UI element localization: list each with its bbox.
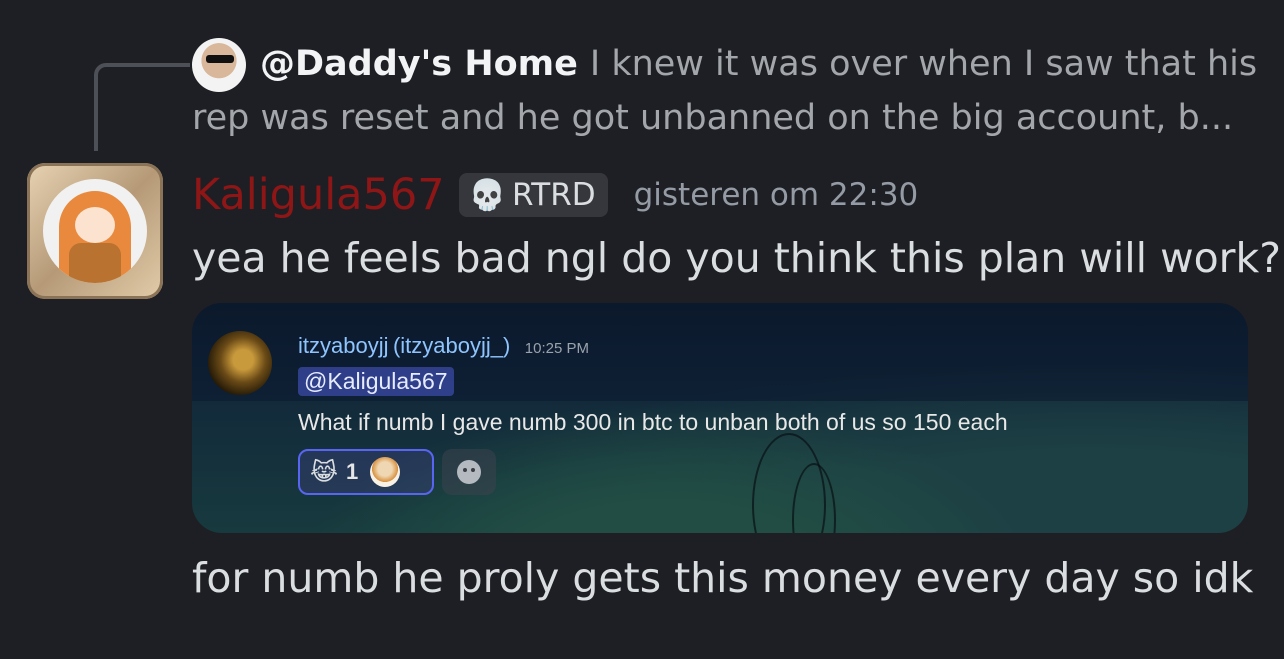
role-tag-label: RTRD (511, 177, 596, 213)
reply-line-1: @Daddy's Home I knew it was over when I s… (260, 38, 1257, 91)
role-tag[interactable]: 💀 RTRD (458, 173, 608, 217)
embed-message-text: What if numb I gave numb 300 in btc to u… (298, 409, 1008, 435)
embed-mention: @Kaligula567 (298, 367, 454, 396)
embedded-image[interactable]: itzyaboyjj (itzyaboyjj_) 10:25 PM @Kalig… (192, 303, 1248, 533)
embed-timestamp: 10:25 PM (524, 340, 589, 357)
skull-icon: 💀 (468, 177, 506, 213)
sunglasses-graphic (206, 55, 234, 63)
add-reaction-button (442, 449, 496, 495)
avatar[interactable] (43, 179, 147, 283)
reply-avatar[interactable] (192, 38, 246, 92)
smiley-icon (457, 460, 481, 484)
message-text: yea he feels bad ngl do you think this p… (192, 234, 1282, 282)
reply-author[interactable]: @Daddy's Home (260, 44, 578, 84)
avatar-decoration-frame[interactable] (27, 163, 163, 299)
reply-connector (94, 63, 190, 151)
username[interactable]: Kaligula567 (192, 170, 445, 220)
message-text-followup: for numb he proly gets this money every … (192, 554, 1254, 602)
avatar-face (75, 207, 115, 243)
reply-snippet-2: rep was reset and he got unbanned on the… (192, 98, 1234, 138)
reactor-avatar (370, 457, 401, 487)
embed-handle: (itzyaboyjj_) (392, 333, 511, 358)
embed-avatar (208, 331, 272, 395)
embed-reaction: 😹 1 (298, 449, 434, 495)
reply-snippet-1: I knew it was over when I saw that his (589, 44, 1258, 84)
timestamp[interactable]: gisteren om 22:30 (634, 177, 919, 213)
avatar-body (69, 243, 121, 283)
cat-laugh-emoji-icon: 😹 (310, 458, 339, 486)
reaction-count: 1 (346, 459, 359, 484)
message-header: Kaligula567 💀 RTRD gisteren om 22:30 (192, 166, 918, 224)
embed-author: itzyaboyjj (itzyaboyjj_) 10:25 PM (298, 333, 589, 359)
embed-username: itzyaboyjj (298, 333, 389, 358)
